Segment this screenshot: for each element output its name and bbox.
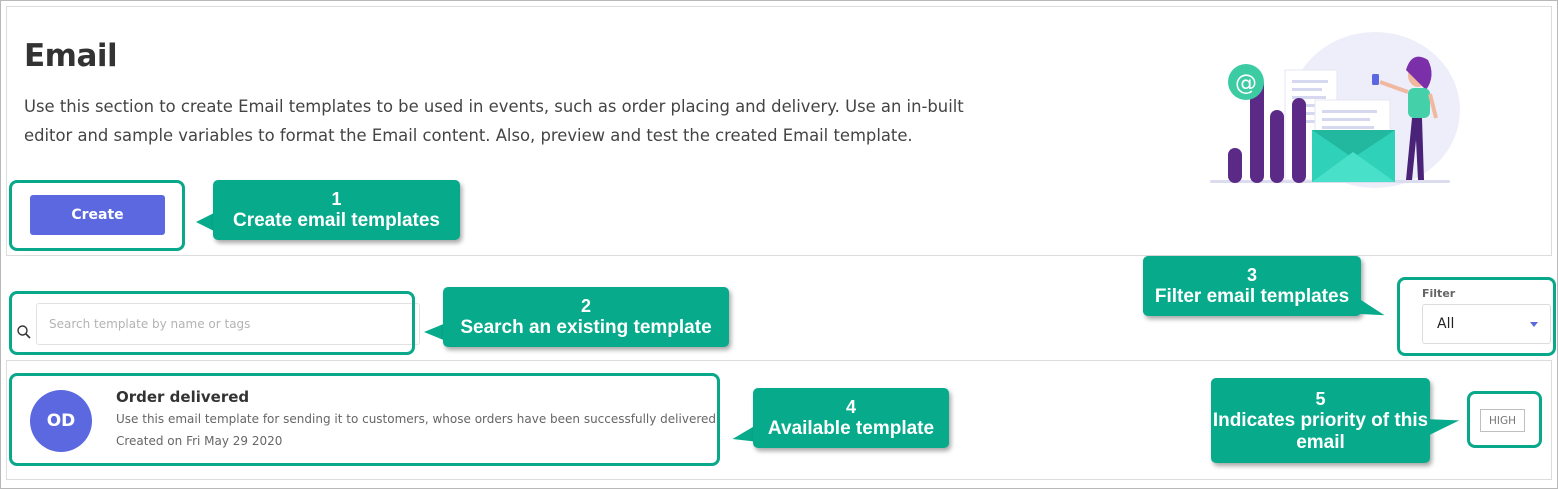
callout-3-number: 3 [1246,265,1257,285]
callout-3-text: Filter email templates [1154,286,1350,307]
callout-2-number: 2 [580,296,591,316]
svg-text:@: @ [1235,71,1257,96]
callout-search: 2 Search an existing template [443,287,729,347]
callout-5-number: 5 [1315,388,1326,409]
highlight-create [9,180,185,251]
highlight-filter [1397,277,1556,356]
callout-1-text: Create email templates [233,210,440,231]
callout-filter: 3 Filter email templates [1143,256,1361,316]
callout-1-number: 1 [331,189,342,209]
callout-2-text: Search an existing template [460,317,712,338]
email-illustration: @ [1210,32,1460,188]
highlight-priority [1467,391,1542,448]
page-description: Use this section to create Email templat… [24,97,964,145]
callout-create: 1 Create email templates [213,180,460,240]
callout-priority: 5 Indicates priority of this email [1211,378,1430,463]
callout-4-number: 4 [845,397,856,417]
highlight-template [9,373,720,466]
callout-5-text: Indicates priority of this email [1212,409,1429,453]
callout-template: 4 Available template [753,388,949,448]
callout-4-text: Available template [767,418,935,439]
highlight-search [9,291,415,355]
page-title: Email [24,38,118,74]
